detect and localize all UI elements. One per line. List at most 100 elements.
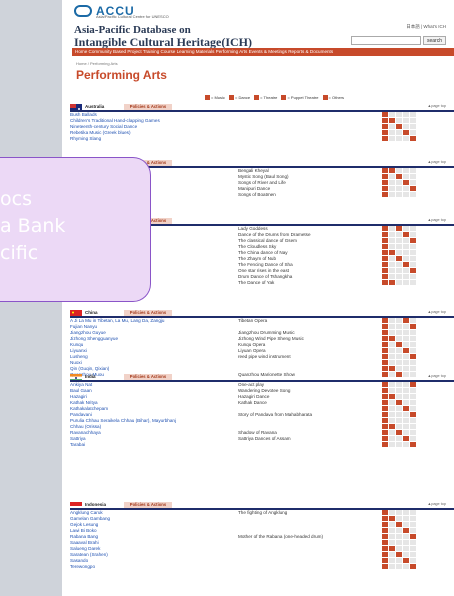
category-icon: [396, 112, 402, 117]
category-icon: [396, 336, 402, 341]
category-icons: [382, 324, 416, 329]
category-icon: [403, 348, 409, 353]
category-icon: [389, 256, 395, 261]
category-icon: [410, 552, 416, 557]
main-nav[interactable]: Home Community Based Project Training Co…: [72, 48, 454, 56]
art-name-link[interactable]: Terewongpo: [70, 564, 95, 570]
category-icon: [389, 510, 395, 515]
category-icon: [410, 522, 416, 527]
category-icons: [382, 382, 416, 387]
category-icon: [410, 330, 416, 335]
category-icon: [410, 256, 416, 261]
page-top-link[interactable]: ▲page top: [427, 218, 446, 222]
category-icon: [410, 226, 416, 231]
category-icon: [403, 124, 409, 129]
category-icon: [403, 186, 409, 191]
category-icons: [382, 522, 416, 527]
category-icon: [389, 250, 395, 255]
category-icon: [403, 516, 409, 521]
overlay-line2: a Bank: [0, 215, 66, 237]
search-input[interactable]: [350, 36, 421, 45]
category-icon: [410, 342, 416, 347]
category-icon: [382, 192, 388, 197]
category-icons: [382, 534, 416, 539]
category-icon: [396, 418, 402, 423]
site-header: ACCU Asia/Pacific Cultural Centre for UN…: [62, 0, 454, 82]
language-links[interactable]: 日本語 | What's ICH: [406, 24, 446, 30]
category-icon: [389, 546, 395, 551]
section-header: Indonesia Policies & Actions ▲page top: [70, 502, 454, 510]
category-icon: [382, 354, 388, 359]
category-icon: [389, 436, 395, 441]
category-icon: [403, 274, 409, 279]
category-icon: [403, 336, 409, 341]
category-icons: [382, 366, 416, 371]
category-icon: [403, 418, 409, 423]
legend-puppet: = Puppet Theatre: [287, 95, 319, 100]
category-icon: [382, 268, 388, 273]
category-icons: [382, 564, 416, 569]
category-icon: [403, 280, 409, 285]
category-icons: [382, 168, 416, 173]
search-box: search: [350, 36, 446, 45]
category-icons: [382, 192, 416, 197]
category-icons: [382, 130, 416, 135]
category-icon: [382, 112, 388, 117]
page-top-link[interactable]: ▲page top: [427, 160, 446, 164]
category-icons: [382, 262, 416, 267]
category-icon: [382, 180, 388, 185]
art-name-link[interactable]: Tarabai: [70, 442, 85, 448]
category-icon: [382, 330, 388, 335]
category-icon: [403, 528, 409, 533]
category-icon: [382, 280, 388, 285]
category-icon: [389, 232, 395, 237]
legend-others: = Others: [328, 95, 344, 100]
category-icon: [396, 342, 402, 347]
category-icon: [382, 406, 388, 411]
category-icons: [382, 280, 416, 285]
page-top-link[interactable]: ▲page top: [427, 374, 446, 378]
category-icon: [403, 130, 409, 135]
section-header: India Policies & Actions ▲page top: [70, 374, 454, 382]
art-english-name: Songs of Boatmen: [238, 192, 276, 197]
page-top-link[interactable]: ▲page top: [427, 310, 446, 314]
category-icon: [410, 262, 416, 267]
category-icons: [382, 232, 416, 237]
category-icon: [382, 418, 388, 423]
slide-overlay: ocs a Bank cific: [0, 157, 151, 302]
category-icon: [389, 330, 395, 335]
category-icon: [410, 130, 416, 135]
category-icons: [382, 442, 416, 447]
category-icons: [382, 552, 416, 557]
category-icon: [410, 268, 416, 273]
category-icon: [410, 564, 416, 569]
category-icon: [396, 180, 402, 185]
category-icon: [396, 186, 402, 191]
category-icon: [403, 564, 409, 569]
category-icon: [403, 192, 409, 197]
category-icon: [403, 268, 409, 273]
category-icon: [382, 366, 388, 371]
category-icon: [382, 168, 388, 173]
category-icons: [382, 558, 416, 563]
category-icon: [403, 256, 409, 261]
category-icon: [389, 280, 395, 285]
category-icon: [382, 510, 388, 515]
category-icons: [382, 424, 416, 429]
category-icon: [389, 174, 395, 179]
category-icon: [396, 546, 402, 551]
page-top-link[interactable]: ▲page top: [427, 104, 446, 108]
breadcrumb[interactable]: Home / Performing Arts: [76, 61, 118, 66]
category-icon: [410, 436, 416, 441]
category-icon: [389, 522, 395, 527]
art-name-link[interactable]: Rhyming Slang: [70, 136, 101, 142]
page-top-link[interactable]: ▲page top: [427, 502, 446, 506]
category-icons: [382, 430, 416, 435]
category-icons: [382, 400, 416, 405]
category-icon: [382, 324, 388, 329]
category-icon: [403, 232, 409, 237]
category-icons: [382, 436, 416, 441]
category-icon: [396, 436, 402, 441]
category-icons: [382, 226, 416, 231]
search-button[interactable]: search: [422, 36, 446, 45]
